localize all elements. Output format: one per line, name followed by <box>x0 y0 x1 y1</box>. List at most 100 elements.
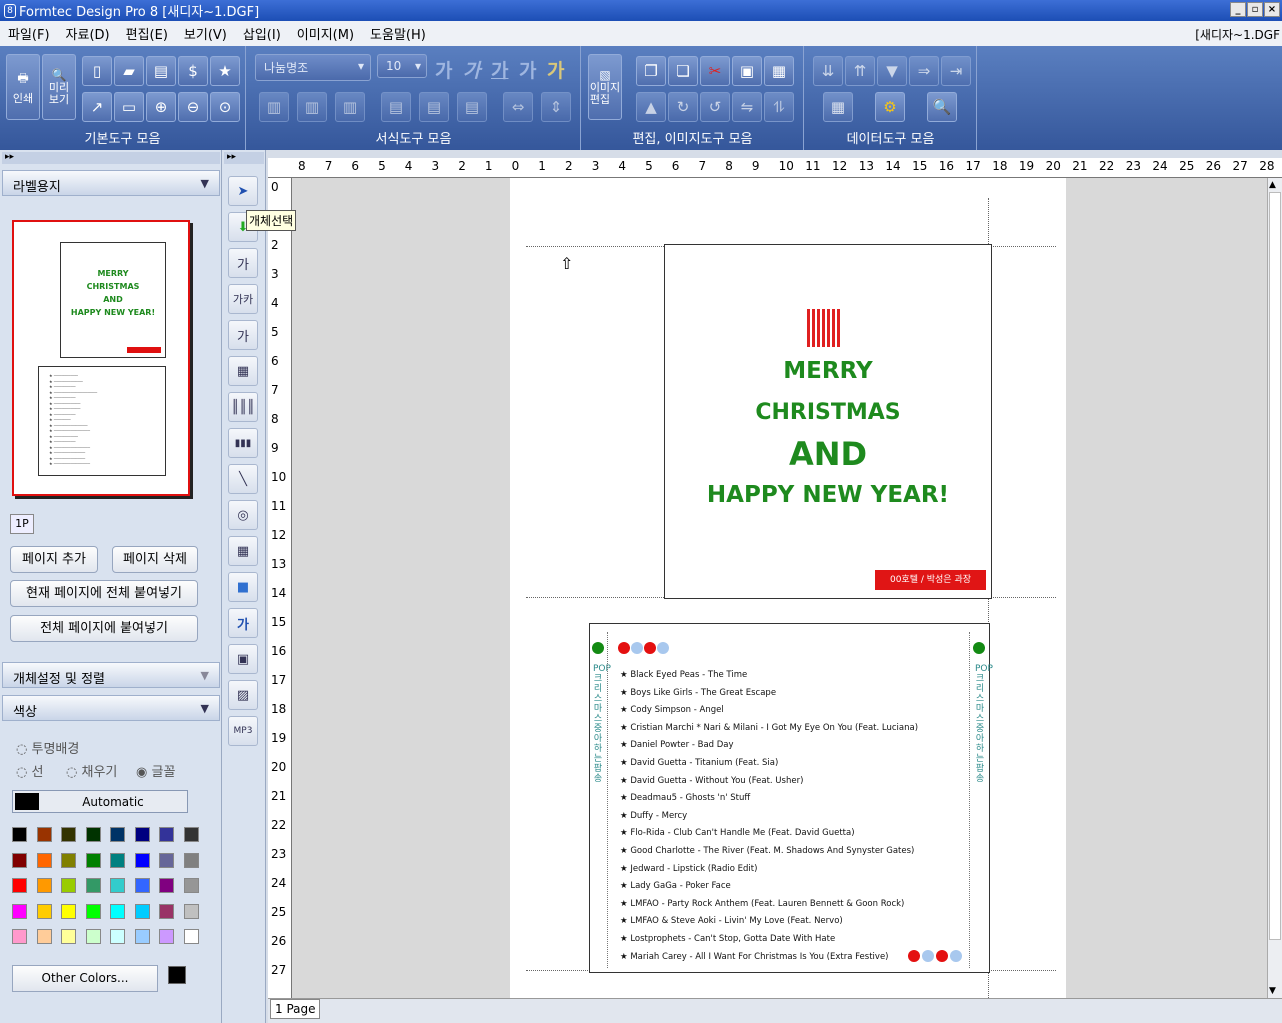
palette-swatch[interactable] <box>134 929 150 944</box>
palette-swatch[interactable] <box>36 852 52 868</box>
palette-swatch[interactable] <box>85 878 101 893</box>
italic-button[interactable]: 가 <box>463 56 480 83</box>
page-thumbnail[interactable]: MERRY CHRISTMAS AND HAPPY NEW YEAR! ★ ─────… <box>12 220 190 496</box>
palette-swatch[interactable] <box>85 903 101 919</box>
rotate-right-button[interactable]: ↻ <box>668 92 698 122</box>
palette-swatch[interactable] <box>110 852 125 868</box>
shadow-button[interactable]: 가 <box>519 56 536 83</box>
menu-help[interactable]: 도움말(H) <box>370 24 426 43</box>
align-left-button[interactable]: ▥ <box>259 92 289 122</box>
data-next-button[interactable]: ⇒ <box>909 56 939 86</box>
data-export-button[interactable]: ⇈ <box>845 56 875 86</box>
fill-color-radio[interactable]: ◌ 채우기 <box>66 761 117 780</box>
data-table-button[interactable]: ▦ <box>823 92 853 122</box>
align-center-button[interactable]: ▥ <box>297 92 327 122</box>
maximize-button[interactable]: ▫ <box>1247 2 1263 17</box>
palette-swatch[interactable] <box>36 929 52 944</box>
menu-data[interactable]: 자료(D) <box>66 24 110 43</box>
text-tool[interactable]: 가 <box>228 248 258 278</box>
palette-swatch[interactable] <box>12 903 27 919</box>
char-spacing-button[interactable]: ⇔ <box>503 92 533 122</box>
paste-current-page-button[interactable]: 현재 페이지에 전체 붙여넣기 <box>10 580 198 607</box>
preview-button[interactable]: 🔍 미리 보기 <box>42 54 76 120</box>
shape-tool[interactable]: ◎ <box>228 500 258 530</box>
zoom-in-button[interactable]: ⊕ <box>146 92 176 122</box>
flip-horizontal-button[interactable]: ⇋ <box>732 92 762 122</box>
palette-swatch[interactable] <box>61 852 76 868</box>
text-color-button[interactable]: 가 <box>547 56 564 83</box>
palette-swatch[interactable] <box>85 827 101 842</box>
palette-swatch[interactable] <box>110 903 125 919</box>
palette-swatch[interactable] <box>12 852 27 868</box>
greeting-card-front[interactable]: MERRY CHRISTMAS AND HAPPY NEW YEAR! 00호텔… <box>664 244 992 599</box>
menu-insert[interactable]: 삽입(I) <box>243 24 281 43</box>
scroll-up-icon[interactable]: ▲ <box>1269 180 1276 190</box>
folder-button[interactable]: ▭ <box>114 92 144 122</box>
palette-swatch[interactable] <box>12 827 27 842</box>
table-tool[interactable]: ▦ <box>228 536 258 566</box>
menu-image[interactable]: 이미지(M) <box>297 24 354 43</box>
vertical-scrollbar[interactable]: ▲ ▼ <box>1267 178 1282 998</box>
label-paper-header[interactable]: 라벨용지 ▼ <box>2 170 220 196</box>
image-tool[interactable]: ▣ <box>228 644 258 674</box>
palette-swatch[interactable] <box>12 929 27 944</box>
print-button[interactable]: 🖶 인쇄 <box>6 54 40 120</box>
bring-front-button[interactable]: ▲ <box>636 92 666 122</box>
text-color-radio[interactable]: ◉ 글꼴 <box>136 761 175 780</box>
barcode-tool[interactable]: ║║║ <box>228 392 258 422</box>
close-button[interactable]: × <box>1264 2 1280 17</box>
save-as-button[interactable]: $ <box>178 56 208 86</box>
qr-code-tool[interactable]: ▦ <box>228 356 258 386</box>
palette-swatch[interactable] <box>36 827 52 842</box>
palette-swatch[interactable] <box>134 827 150 842</box>
palette-swatch[interactable] <box>183 878 199 893</box>
delete-button[interactable]: ▦ <box>764 56 794 86</box>
palette-swatch[interactable] <box>159 929 174 944</box>
export-button[interactable]: ↗ <box>82 92 112 122</box>
scroll-down-icon[interactable]: ▼ <box>1269 986 1276 996</box>
palette-swatch[interactable] <box>159 852 174 868</box>
palette-swatch[interactable] <box>134 852 150 868</box>
wordart-tool[interactable]: 가 <box>228 608 258 638</box>
palette-swatch[interactable] <box>61 878 76 893</box>
save-button[interactable]: ▤ <box>146 56 176 86</box>
data-last-button[interactable]: ⇥ <box>941 56 971 86</box>
palette-swatch[interactable] <box>12 878 27 893</box>
palette-swatch[interactable] <box>183 852 199 868</box>
transparent-bg-radio[interactable]: ◌ 투명배경 <box>16 738 79 757</box>
mp3-tool[interactable]: MP3 <box>228 716 258 746</box>
paste-button[interactable]: ▣ <box>732 56 762 86</box>
line-tool[interactable]: ╲ <box>228 464 258 494</box>
song-list-card[interactable]: POP 크리스마스 중아하는 팝송 POP 크리스마스 중아하는 팝송 ★ Bl… <box>589 623 993 973</box>
palette-swatch[interactable] <box>110 929 125 944</box>
palette-swatch[interactable] <box>159 878 174 893</box>
panel-collapse-bar[interactable]: ▸▸ <box>2 152 220 164</box>
flip-vertical-button[interactable]: ⥮ <box>764 92 794 122</box>
zoom-out-button[interactable]: ⊖ <box>178 92 208 122</box>
palette-swatch[interactable] <box>183 929 199 944</box>
style-text-tool[interactable]: 가 <box>228 320 258 350</box>
rotate-left-button[interactable]: ↺ <box>700 92 730 122</box>
duplicate-button[interactable]: ❏ <box>668 56 698 86</box>
zoom-fit-button[interactable]: ⊙ <box>210 92 240 122</box>
line-color-radio[interactable]: ◌ 선 <box>16 761 43 780</box>
menu-edit[interactable]: 편집(E) <box>126 24 168 43</box>
palette-swatch[interactable] <box>183 827 199 842</box>
palette-swatch[interactable] <box>110 827 125 842</box>
align-top-button[interactable]: ▤ <box>381 92 411 122</box>
design-canvas[interactable]: ⇧ MERRY CHRISTMAS AND HAPPY NEW YEAR! 00… <box>292 178 1267 998</box>
add-page-button[interactable]: 페이지 추가 <box>10 546 98 573</box>
color-header[interactable]: 색상 ▼ <box>2 695 220 721</box>
palette-swatch[interactable] <box>134 903 150 919</box>
copy-button[interactable]: ❐ <box>636 56 666 86</box>
align-middle-button[interactable]: ▤ <box>419 92 449 122</box>
palette-swatch[interactable] <box>159 827 174 842</box>
image-edit-button[interactable]: ▧ 이미지 편집 <box>588 54 622 120</box>
align-right-button[interactable]: ▥ <box>335 92 365 122</box>
vertical-text-tool[interactable]: 가카 <box>228 284 258 314</box>
underline-button[interactable]: 가 <box>491 56 508 83</box>
palette-swatch[interactable] <box>134 878 150 893</box>
tool-collapse-bar[interactable]: ▸▸ <box>224 152 264 164</box>
palette-swatch[interactable] <box>85 929 101 944</box>
palette-swatch[interactable] <box>85 852 101 868</box>
